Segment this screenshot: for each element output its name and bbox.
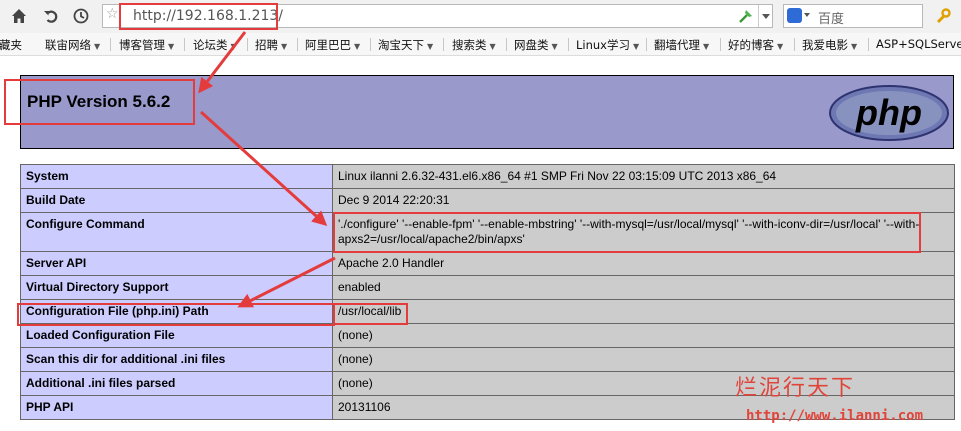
row-key: Server API [20,251,333,276]
wrench-icon [936,8,951,24]
chevron-down-icon: ▼ [94,42,101,51]
row-key: Scan this dir for additional .ini files [20,347,333,372]
address-bar[interactable]: ☆ http://192.168.1.213/ [102,4,773,28]
row-key: Configuration File (php.ini) Path [20,299,333,324]
row-value: (none) [332,323,955,348]
table-row: Virtual Directory Support enabled [20,275,955,300]
table-row: Configuration File (php.ini) Path /usr/l… [20,299,955,324]
table-row: System Linux ilanni 2.6.32-431.el6.x86_6… [20,164,955,189]
favorites-separator [568,38,569,51]
php-logo-text: php [855,92,922,133]
chevron-down-icon: ▼ [489,42,496,51]
favorites-separator [297,38,298,51]
watermark-url: http://www.ilanni.com [746,408,924,424]
row-value: Linux ilanni 2.6.32-431.el6.x86_64 #1 SM… [332,164,955,189]
star-icon[interactable]: ☆ [106,6,119,22]
undo-button[interactable] [40,5,62,27]
chevron-down-icon: ▼ [354,42,361,51]
search-box[interactable]: 百度 [783,4,923,28]
history-icon [73,8,89,24]
chevron-down-icon: ▼ [703,42,710,51]
favorites-item[interactable]: 好的博客 ▼ [728,37,783,53]
page-title: PHP Version 5.6.2 [27,92,171,111]
table-row: Build Date Dec 9 2014 22:20:31 [20,188,955,213]
address-dropdown-button[interactable] [758,5,773,27]
watermark-text: 烂泥行天下 [735,376,856,401]
row-value: /usr/local/lib [332,299,955,324]
favorites-item[interactable]: 阿里巴巴 ▼ [305,37,360,53]
favorites-item[interactable]: 翻墙代理 ▼ [654,37,709,53]
php-version-header: PHP Version 5.6.2 php [20,75,954,149]
favorites-item[interactable]: 论坛类 ▼ [193,37,237,53]
baidu-paw-icon[interactable] [787,8,802,23]
tools-button[interactable] [933,6,953,26]
search-placeholder[interactable]: 百度 [818,8,844,27]
favorites-separator [646,38,647,51]
chevron-down-icon: ▼ [551,42,558,51]
favorites-separator [443,38,444,51]
chevron-down-icon: ▼ [427,42,434,51]
row-value: './configure' '--enable-fpm' '--enable-m… [332,212,955,252]
chevron-down-icon [762,13,770,19]
chevron-down-icon: ▼ [168,42,175,51]
favorites-item[interactable]: 博客管理 ▼ [119,37,174,53]
favorites-separator [794,38,795,51]
favorites-item[interactable]: 招聘 ▼ [255,37,287,53]
chevron-down-icon: ▼ [851,42,858,51]
favorites-separator [247,38,248,51]
chevron-down-icon: ▼ [281,42,288,51]
url-text[interactable]: http://192.168.1.213/ [133,8,283,24]
favorites-item[interactable]: ASP+SQLServer [876,37,961,51]
table-row: Scan this dir for additional .ini files … [20,347,955,372]
chevron-down-icon: ▼ [777,42,784,51]
favorites-bar: 藏夹 联宙网络 ▼ 博客管理 ▼ 论坛类 ▼ 招聘 ▼ 阿里巴巴 ▼ 淘宝天下 ▼ 搜索类 ▼… [0,33,961,56]
row-key: Virtual Directory Support [20,275,333,300]
favorites-item[interactable]: 搜索类 ▼ [452,37,496,53]
home-button[interactable] [8,5,30,27]
favorites-item[interactable]: 藏夹 [0,37,22,53]
search-engine-dropdown-icon[interactable] [804,13,810,17]
row-key: Loaded Configuration File [20,323,333,348]
row-value: (none) [332,371,955,396]
undo-icon [44,10,58,23]
row-key: Build Date [20,188,333,213]
php-logo[interactable]: php [828,84,950,142]
row-key: Additional .ini files parsed [20,371,333,396]
favorites-item[interactable]: 淘宝天下 ▼ [378,37,433,53]
favorites-item[interactable]: 网盘类 ▼ [514,37,558,53]
favorites-separator [868,38,869,51]
row-value: (none) [332,347,955,372]
favorites-item[interactable]: Linux学习 ▼ [576,37,639,53]
row-key: PHP API [20,395,333,420]
chevron-down-icon: ▼ [230,42,237,51]
row-key: Configure Command [20,212,333,252]
compatibility-button[interactable] [736,7,756,25]
row-value: Apache 2.0 Handler [332,251,955,276]
compatibility-icon [739,10,752,23]
favorites-item[interactable]: 联宙网络 ▼ [45,37,100,53]
row-value: Dec 9 2014 22:20:31 [332,188,955,213]
table-row: Configure Command './configure' '--enabl… [20,212,955,252]
favorites-separator [184,38,185,51]
browser-nav-bar: ☆ http://192.168.1.213/ 百度 [0,0,961,33]
row-key: System [20,164,333,189]
row-value: enabled [332,275,955,300]
home-icon [12,9,26,23]
favorites-separator [720,38,721,51]
table-row: Loaded Configuration File (none) [20,323,955,348]
favorites-item[interactable]: 我爱电影 ▼ [802,37,857,53]
table-row: Server API Apache 2.0 Handler [20,251,955,276]
chevron-down-icon: ▼ [633,42,640,51]
favorites-separator [506,38,507,51]
history-button[interactable] [70,5,92,27]
favorites-separator [370,38,371,51]
favorites-separator [110,38,111,51]
